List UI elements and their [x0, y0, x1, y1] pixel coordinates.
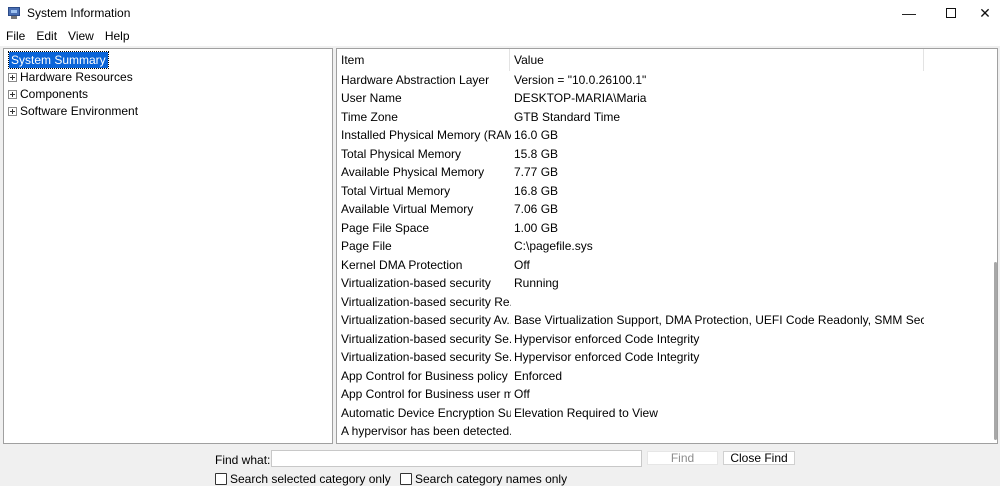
table-row[interactable]: User Name DESKTOP-MARIA\Maria — [337, 89, 997, 108]
tree-item-components[interactable]: Components — [8, 86, 88, 102]
table-row[interactable]: Automatic Device Encryption Su... Elevati… — [337, 404, 997, 423]
row-value: Elevation Required to View — [514, 405, 658, 420]
row-value: 16.0 GB — [514, 128, 559, 143]
row-value: Off — [514, 387, 530, 402]
row-item: Available Virtual Memory — [341, 202, 474, 217]
table-row[interactable]: Virtualization-based security Av... Base … — [337, 311, 997, 330]
tree-item-label: Hardware Resources — [20, 70, 133, 84]
row-item: App Control for Business policy — [341, 368, 508, 383]
tree-item-software-environment[interactable]: Software Environment — [8, 103, 138, 119]
table-row[interactable]: Virtualization-based security Se... Hyper… — [337, 330, 997, 349]
tree-item-label: Components — [20, 87, 89, 101]
expand-icon[interactable] — [8, 106, 17, 116]
menu-file[interactable]: File — [0, 29, 30, 43]
row-item: Virtualization-based security — [341, 276, 491, 291]
table-row[interactable]: Hardware Abstraction Layer Version = "10.… — [337, 71, 997, 90]
row-value: GTB Standard Time — [514, 109, 621, 124]
table-row[interactable]: Available Virtual Memory 7.06 GB — [337, 200, 997, 219]
table-row[interactable]: A hypervisor has been detected.... — [337, 422, 997, 441]
row-value: Off — [514, 257, 530, 272]
row-value: Running — [514, 276, 559, 291]
row-item: Virtualization-based security Re... — [341, 294, 511, 309]
row-value: 7.77 GB — [514, 165, 559, 180]
row-value: DESKTOP-MARIA\Maria — [514, 91, 647, 106]
search-category-names-checkbox[interactable]: Search category names only — [400, 472, 567, 486]
find-what-input[interactable] — [271, 450, 642, 467]
row-value: Hypervisor enforced Code Integrity — [514, 350, 700, 365]
row-item: Time Zone — [341, 109, 398, 124]
menu-view[interactable]: View — [62, 29, 99, 43]
row-value: 7.06 GB — [514, 202, 559, 217]
vertical-scrollbar[interactable] — [994, 262, 997, 440]
menu-help[interactable]: Help — [99, 29, 135, 43]
row-item: Virtualization-based security Se... — [341, 350, 511, 365]
row-value: 16.8 GB — [514, 183, 559, 198]
row-item: Page File Space — [341, 220, 430, 235]
row-value: Enforced — [514, 368, 563, 383]
checkbox-label: Search selected category only — [230, 472, 391, 486]
checkbox-box[interactable] — [215, 473, 227, 485]
row-value: C:\pagefile.sys — [514, 239, 593, 254]
table-row[interactable]: Available Physical Memory 7.77 GB — [337, 163, 997, 182]
table-row[interactable]: Total Virtual Memory 16.8 GB — [337, 182, 997, 201]
minimize-button[interactable]: — — [886, 0, 932, 26]
close-find-button[interactable]: Close Find — [723, 451, 795, 465]
table-row[interactable]: Installed Physical Memory (RAM) 16.0 GB — [337, 126, 997, 145]
expand-icon[interactable] — [8, 89, 17, 99]
table-row[interactable]: Virtualization-based security Running — [337, 274, 997, 293]
row-item: Kernel DMA Protection — [341, 257, 463, 272]
row-item: Virtualization-based security Se... — [341, 331, 511, 346]
row-value: Base Virtualization Support, DMA Protect… — [514, 313, 924, 328]
table-row[interactable]: Page File C:\pagefile.sys — [337, 237, 997, 256]
search-selected-category-checkbox[interactable]: Search selected category only — [215, 472, 391, 486]
row-value: Version = "10.0.26100.1" — [514, 72, 647, 87]
row-item: Installed Physical Memory (RAM) — [341, 128, 511, 143]
tree-item-label: Software Environment — [20, 104, 139, 118]
system-information-icon — [7, 7, 21, 19]
table-row[interactable]: Total Physical Memory 15.8 GB — [337, 145, 997, 164]
row-item: Virtualization-based security Av... — [341, 313, 511, 328]
details-list[interactable]: Item Value Hardware Abstraction Layer Ver… — [336, 48, 998, 444]
row-item: A hypervisor has been detected.... — [341, 424, 511, 439]
close-button[interactable]: ✕ — [962, 0, 1000, 26]
row-value: 15.8 GB — [514, 146, 559, 161]
find-button[interactable]: Find — [647, 451, 718, 465]
column-header-value[interactable]: Value — [514, 49, 544, 71]
table-row[interactable]: Time Zone GTB Standard Time — [337, 108, 997, 127]
row-item: App Control for Business user m... — [341, 387, 511, 402]
row-item: Hardware Abstraction Layer — [341, 72, 490, 87]
menu-edit[interactable]: Edit — [30, 29, 62, 43]
row-value: Hypervisor enforced Code Integrity — [514, 331, 700, 346]
row-value: 1.00 GB — [514, 220, 559, 235]
column-divider[interactable] — [923, 49, 924, 71]
table-row[interactable]: Page File Space 1.00 GB — [337, 219, 997, 238]
row-item: Page File — [341, 239, 392, 254]
window-title: System Information — [27, 6, 131, 20]
table-row[interactable]: App Control for Business policy Enforced — [337, 367, 997, 386]
title-bar: System Information — ✕ — [0, 0, 1000, 26]
column-header-item[interactable]: Item — [341, 49, 364, 71]
expand-icon[interactable] — [8, 72, 17, 82]
table-row[interactable]: Kernel DMA Protection Off — [337, 256, 997, 275]
checkbox-label: Search category names only — [415, 472, 568, 486]
table-row[interactable]: Virtualization-based security Re... — [337, 293, 997, 312]
row-item: Total Physical Memory — [341, 146, 462, 161]
column-divider[interactable] — [509, 49, 510, 71]
category-tree[interactable]: System Summary Hardware Resources Compon… — [3, 48, 333, 444]
table-row[interactable]: Virtualization-based security Se... Hyper… — [337, 348, 997, 367]
row-item: User Name — [341, 91, 402, 106]
menu-bar: File Edit View Help — [0, 26, 1000, 46]
tree-item-hardware-resources[interactable]: Hardware Resources — [8, 69, 133, 85]
table-row[interactable]: App Control for Business user m... Off — [337, 385, 997, 404]
row-item: Total Virtual Memory — [341, 183, 451, 198]
row-item: Automatic Device Encryption Su... — [341, 405, 511, 420]
row-item: Available Physical Memory — [341, 165, 485, 180]
find-what-label: Find what: — [215, 453, 271, 467]
checkbox-box[interactable] — [400, 473, 412, 485]
tree-item-system-summary[interactable]: System Summary — [8, 51, 109, 69]
maximize-icon — [946, 8, 956, 18]
